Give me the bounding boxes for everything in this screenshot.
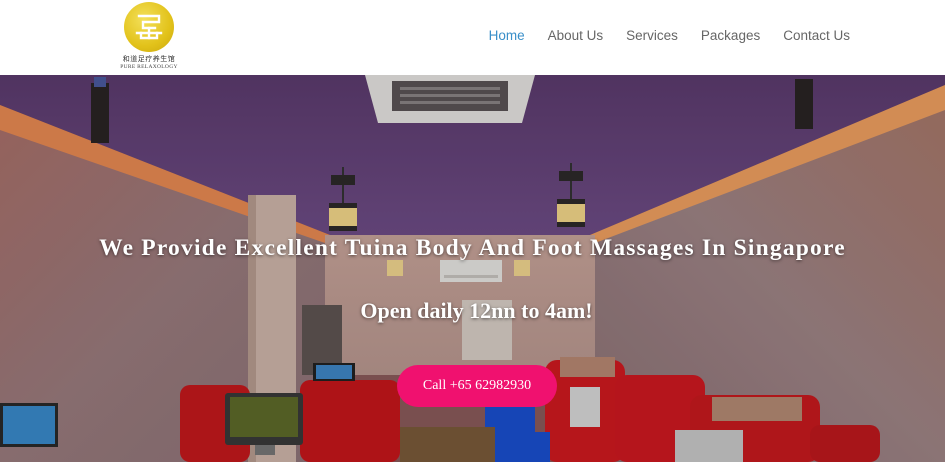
brand-logo[interactable]: 和道足疗养生馆 PURE RELAXOLOGY	[116, 2, 182, 70]
logo-emblem-icon	[124, 2, 174, 52]
nav-packages[interactable]: Packages	[701, 28, 760, 43]
site-header: 和道足疗养生馆 PURE RELAXOLOGY Home About Us Se…	[0, 0, 945, 75]
main-nav: Home About Us Services Packages Contact …	[466, 28, 850, 43]
nav-services[interactable]: Services	[626, 28, 678, 43]
brand-chinese-name: 和道足疗养生馆	[122, 55, 176, 63]
hero-title: We Provide Excellent Tuina Body And Foot…	[99, 235, 846, 261]
call-button[interactable]: Call +65 62982930	[397, 365, 557, 407]
nav-contact-us[interactable]: Contact Us	[783, 28, 850, 43]
hero-banner: We Provide Excellent Tuina Body And Foot…	[0, 75, 945, 462]
nav-home[interactable]: Home	[489, 28, 525, 43]
nav-about-us[interactable]: About Us	[548, 28, 604, 43]
hero-subtitle: Open daily 12nn to 4am!	[360, 298, 593, 323]
brand-english-name: PURE RELAXOLOGY	[120, 64, 178, 70]
